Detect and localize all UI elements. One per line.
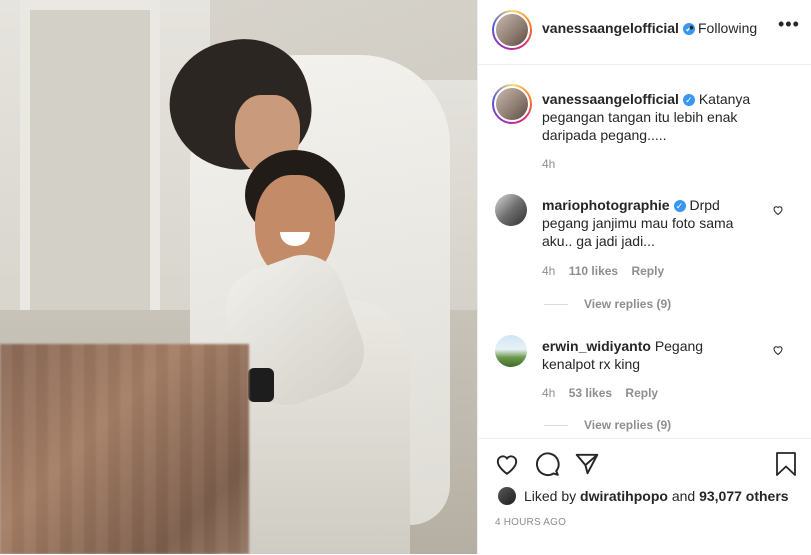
liked-by-user[interactable]: dwiratihpopo	[580, 488, 668, 504]
liked-by-prefix: Liked by	[524, 488, 577, 504]
view-replies[interactable]: View replies (9)	[544, 297, 671, 311]
comment-time[interactable]: 4h	[542, 264, 555, 278]
owner-avatar-image	[494, 12, 530, 48]
liked-by-others[interactable]: 93,077 others	[699, 488, 789, 504]
header-separator: •	[689, 19, 694, 35]
heart-icon[interactable]	[772, 344, 784, 356]
comment-time[interactable]: 4h	[542, 386, 555, 400]
comment-text-line-2: kenalpot rx king	[542, 356, 641, 372]
view-replies[interactable]: View replies (9)	[544, 418, 671, 432]
caption-time[interactable]: 4h	[542, 157, 555, 171]
comment-icon[interactable]	[534, 451, 560, 477]
photo-blurred-region	[0, 344, 249, 554]
reply-button[interactable]: Reply	[625, 386, 658, 400]
liked-by-conjunction: and	[671, 488, 696, 504]
photo-watch	[248, 368, 274, 402]
comment-username[interactable]: erwin_widiyanto	[542, 338, 651, 354]
heart-icon[interactable]	[494, 451, 520, 477]
comment-meta: 4h 110 likes Reply	[542, 264, 664, 278]
replies-divider	[544, 425, 568, 427]
caption-text-line-1: Katanya	[698, 91, 751, 107]
comment-mariophotographie: mariophotographie ✓ Drpd pegang janjimu m…	[542, 196, 772, 250]
owner-username-row: vanessaangelofficial ✓	[542, 20, 695, 36]
caption-text-line-3: daripada pegang.....	[542, 127, 667, 143]
caption-text-line-2: pegangan tangan itu lebih enak	[542, 109, 738, 125]
comment-avatar-mariophotographie[interactable]	[495, 194, 527, 226]
comment-text-line-1: Pegang	[654, 338, 704, 354]
post-photo[interactable]	[0, 0, 477, 554]
bookmark-icon[interactable]	[774, 451, 798, 477]
comment-likes[interactable]: 110 likes	[569, 264, 618, 278]
more-options-icon[interactable]: •••	[778, 14, 800, 35]
owner-avatar[interactable]	[492, 10, 532, 50]
replies-divider	[544, 304, 568, 306]
comment-meta: 4h 53 likes Reply	[542, 386, 658, 400]
post-header: vanessaangelofficial ✓ • Following •••	[478, 0, 811, 65]
reply-button[interactable]: Reply	[631, 264, 664, 278]
caption-avatar-image	[494, 86, 530, 122]
caption: vanessaangelofficial ✓ Katanya pegangan t…	[542, 90, 782, 144]
view-replies-label[interactable]: View replies (9)	[584, 418, 671, 432]
comment-text-line-2: pegang janjimu mau foto sama	[542, 215, 734, 231]
instagram-post: vanessaangelofficial ✓ • Following ••• va…	[0, 0, 811, 554]
caption-username[interactable]: vanessaangelofficial	[542, 91, 679, 107]
following-button[interactable]: Following	[698, 20, 757, 36]
verified-icon: ✓	[673, 200, 686, 212]
post-timestamp[interactable]: 4 HOURS AGO	[495, 517, 566, 528]
photo-door	[20, 0, 160, 320]
comment-text-line-3: aku.. ga jadi jadi...	[542, 233, 655, 249]
likes-summary: Liked by dwiratihpopo and 93,077 others	[524, 488, 789, 504]
comment-avatar-erwin-widiyanto[interactable]	[495, 335, 527, 367]
comment-likes[interactable]: 53 likes	[569, 386, 612, 400]
liked-by-avatar[interactable]	[498, 487, 516, 505]
verified-icon: ✓	[682, 94, 695, 106]
post-sidebar: vanessaangelofficial ✓ • Following ••• va…	[477, 0, 811, 554]
post-actions: Liked by dwiratihpopo and 93,077 others …	[478, 438, 811, 555]
view-replies-label[interactable]: View replies (9)	[584, 297, 671, 311]
heart-icon[interactable]	[772, 204, 784, 216]
share-icon[interactable]	[574, 451, 600, 477]
comment-erwin-widiyanto: erwin_widiyanto Pegang kenalpot rx king	[542, 337, 772, 373]
comment-username[interactable]: mariophotographie	[542, 197, 670, 213]
caption-avatar[interactable]	[492, 84, 532, 124]
owner-username[interactable]: vanessaangelofficial	[542, 20, 679, 36]
comment-text-line-1: Drpd	[689, 197, 720, 213]
